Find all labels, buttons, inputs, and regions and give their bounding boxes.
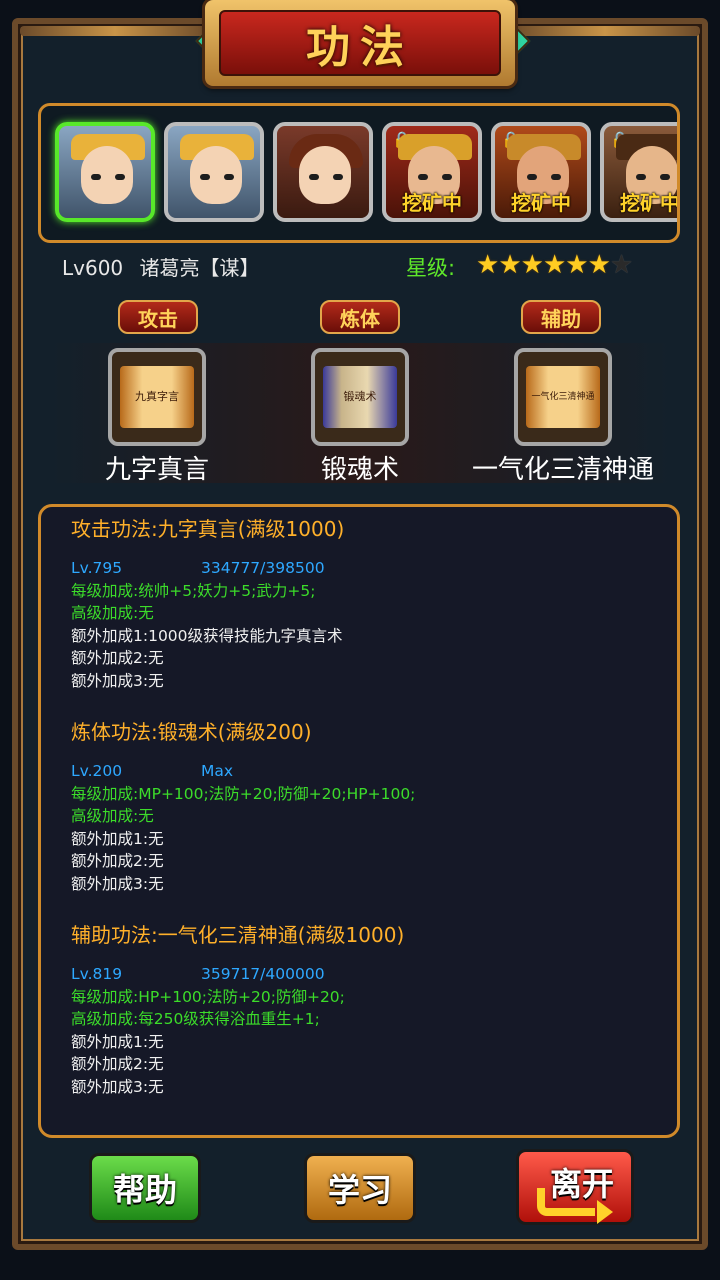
detail-section-attack: 攻击功法:九字真言(满级1000) Lv.795 334777/398500 每…	[71, 515, 344, 692]
page-title: 功法	[306, 22, 414, 73]
star-icon: ★	[565, 250, 589, 280]
extra-bonus-2: 额外加成2:无	[71, 649, 164, 667]
tab-body[interactable]: 炼体	[320, 300, 400, 334]
title-plate: 功法	[205, 0, 515, 86]
per-level-bonus: 每级加成:统帅+5;妖力+5;武力+5;	[71, 581, 316, 600]
hero-slot-3[interactable]	[273, 122, 373, 222]
high-level-bonus: 高级加成:无	[71, 807, 154, 825]
hero-slot-1[interactable]	[55, 122, 155, 222]
scroll-text: 锻魂术	[343, 390, 377, 403]
hero-slot-6[interactable]: 🔒 挖矿中	[600, 122, 680, 222]
extra-bonus-2: 额外加成2:无	[71, 1055, 164, 1073]
level-value: Lv.200	[71, 762, 123, 780]
scroll-text: 一气化三清神通	[531, 392, 595, 402]
star-icon: ★	[476, 250, 500, 280]
gongfa-name-support: 一气化三清神通	[471, 455, 654, 485]
star-label: 星级:	[406, 256, 456, 280]
level-progress: Lv.795 334777/398500	[71, 557, 344, 580]
hero-selector: 🔒 挖矿中 🔒 挖矿中 🔒 挖矿中	[38, 103, 680, 243]
per-level-bonus: 每级加成:HP+100;法防+20;防御+20;	[71, 987, 345, 1006]
progress-value: 359717/400000	[201, 965, 325, 983]
detail-section-support: 辅助功法:一气化三清神通(满级1000) Lv.819 359717/40000…	[71, 921, 404, 1098]
title-ornament-left	[20, 26, 210, 36]
section-title: 攻击功法:九字真言(满级1000)	[71, 517, 345, 541]
progress-value: 334777/398500	[201, 559, 325, 577]
extra-bonus-3: 额外加成3:无	[71, 1077, 164, 1096]
star-icon: ★	[587, 250, 611, 280]
hero-status: 挖矿中	[620, 191, 680, 215]
gongfa-scroll-support[interactable]: 一气化三清神通	[514, 348, 612, 446]
star-icon: ★	[520, 250, 544, 280]
per-level-bonus: 每级加成:MP+100;法防+20;防御+20;HP+100;	[71, 784, 416, 803]
hero-slot-4[interactable]: 🔒 挖矿中	[382, 122, 482, 222]
tab-attack[interactable]: 攻击	[118, 300, 198, 334]
learn-button-label: 学习	[327, 1171, 392, 1209]
tab-support[interactable]: 辅助	[521, 300, 601, 334]
gongfa-detail-panel: 攻击功法:九字真言(满级1000) Lv.795 334777/398500 每…	[38, 504, 680, 1138]
section-title: 炼体功法:锻魂术(满级200)	[71, 720, 312, 744]
level-progress: Lv.200 Max	[71, 760, 415, 783]
star-empty-icon: ★	[609, 250, 634, 280]
learn-button[interactable]: 学习	[304, 1153, 416, 1223]
high-level-bonus: 高级加成:每250级获得浴血重生+1;	[71, 1010, 320, 1028]
star-icon: ★	[542, 250, 567, 280]
hero-level: Lv600	[62, 256, 124, 280]
title-ornament-right	[510, 26, 700, 36]
hero-status: 挖矿中	[402, 191, 462, 215]
star-rating: ★ ★ ★ ★ ★ ★ ★	[476, 250, 634, 280]
hero-slot-2[interactable]	[164, 122, 264, 222]
detail-section-body: 炼体功法:锻魂术(满级200) Lv.200 Max 每级加成:MP+100;法…	[71, 718, 415, 895]
gongfa-scroll-body[interactable]: 锻魂术	[311, 348, 409, 446]
progress-value: Max	[201, 762, 234, 780]
extra-bonus-1: 额外加成1:无	[71, 1032, 164, 1051]
extra-bonus-1: 额外加成1:1000级获得技能九字真言术	[71, 626, 343, 645]
extra-bonus-1: 额外加成1:无	[71, 829, 164, 848]
leave-button-label: 离开	[549, 1165, 614, 1203]
level-value: Lv.795	[71, 559, 123, 577]
level-progress: Lv.819 359717/400000	[71, 963, 404, 986]
extra-bonus-3: 额外加成3:无	[71, 874, 164, 893]
star-icon: ★	[498, 250, 522, 280]
level-value: Lv.819	[71, 965, 123, 983]
high-level-bonus: 高级加成:无	[71, 604, 154, 622]
extra-bonus-2: 额外加成2:无	[71, 852, 164, 870]
leave-button[interactable]: 离开	[516, 1149, 634, 1225]
hero-slot-5[interactable]: 🔒 挖矿中	[491, 122, 591, 222]
help-button[interactable]: 帮助	[89, 1153, 201, 1223]
hero-name: 诸葛亮【谋】	[139, 256, 260, 280]
section-title: 辅助功法:一气化三清神通(满级1000)	[71, 923, 405, 947]
scroll-text: 九真字言	[135, 390, 179, 403]
hero-info: Lv600 诸葛亮【谋】	[62, 252, 260, 281]
gongfa-scroll-attack[interactable]: 九真字言	[108, 348, 206, 446]
help-button-label: 帮助	[112, 1171, 177, 1209]
hero-status: 挖矿中	[511, 191, 571, 215]
extra-bonus-3: 额外加成3:无	[71, 671, 164, 690]
